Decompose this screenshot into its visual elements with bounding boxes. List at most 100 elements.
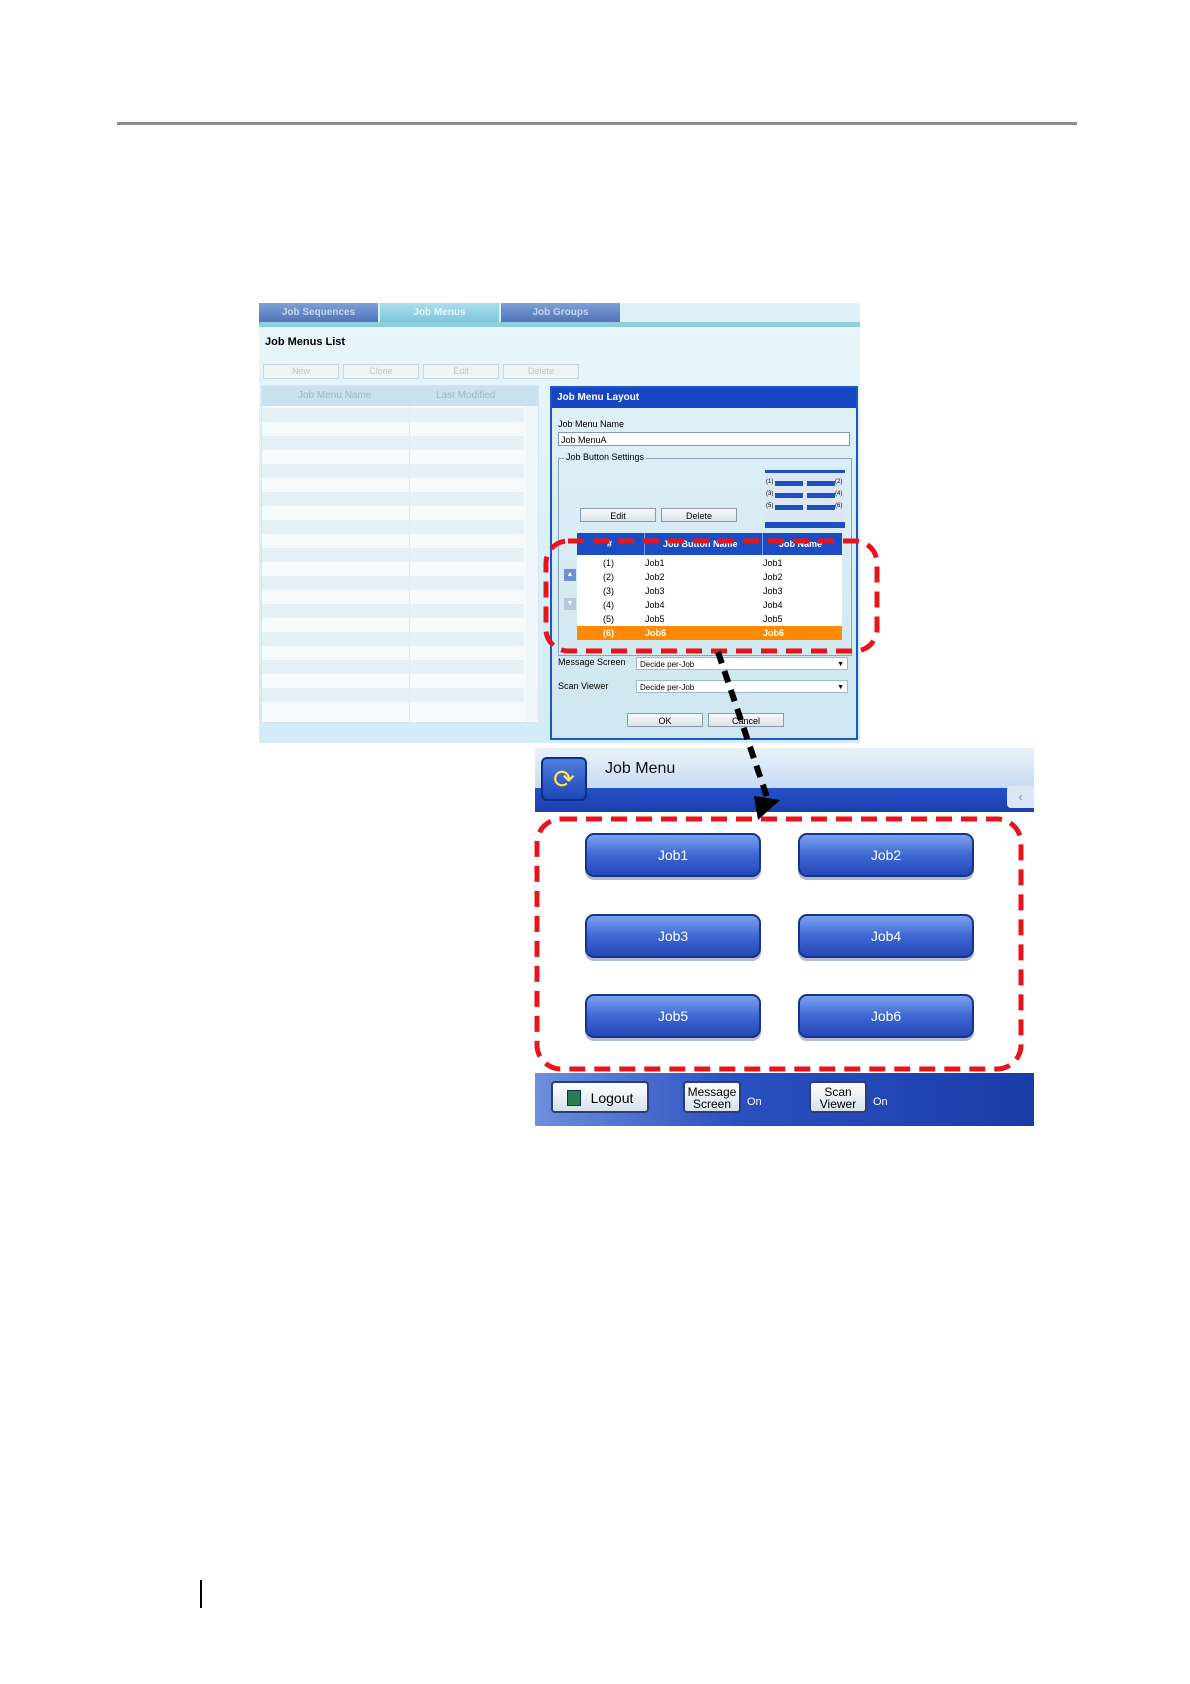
admin-tool-screen: Job Sequences Job Menus Job Groups Job M… xyxy=(259,303,860,743)
job-button-4[interactable]: Job4 xyxy=(798,914,974,958)
scan-viewer-label: Scan Viewer xyxy=(558,681,609,691)
list-row[interactable] xyxy=(262,464,524,478)
table-row[interactable]: (5) Job5 Job5 xyxy=(577,612,842,626)
job-button-6[interactable]: Job6 xyxy=(798,994,974,1038)
scan-viewer-select[interactable]: Decide per-Job ▼ xyxy=(636,680,848,693)
cancel-button[interactable]: Cancel xyxy=(708,713,784,727)
tab-job-sequences[interactable]: Job Sequences xyxy=(259,303,378,322)
list-row[interactable] xyxy=(262,520,524,534)
list-row[interactable] xyxy=(262,688,524,702)
column-divider xyxy=(409,406,410,722)
up-arrow-icon[interactable]: ▲ xyxy=(564,569,576,581)
row-number: (6) xyxy=(603,628,614,638)
preview-number: (1) xyxy=(766,479,774,485)
job-menus-list: Job Menu Name Last Modified xyxy=(261,385,539,723)
job-button-5[interactable]: Job5 xyxy=(585,994,761,1038)
list-row[interactable] xyxy=(262,632,524,646)
table-row[interactable]: (3) Job3 Job3 xyxy=(577,584,842,598)
message-screen-select[interactable]: Decide per-Job ▼ xyxy=(636,657,848,670)
preview-number: (6) xyxy=(835,503,843,509)
row-job-name: Job4 xyxy=(763,600,783,610)
preview-slot-5 xyxy=(775,505,803,510)
job-button-1[interactable]: Job1 xyxy=(585,833,761,877)
job-menu-layout-dialog: Job Menu Layout Job Menu Name Job MenuA … xyxy=(550,386,858,740)
job-menu-name-label: Job Menu Name xyxy=(558,419,625,429)
ok-button[interactable]: OK xyxy=(627,713,703,727)
table-row[interactable]: (4) Job4 Job4 xyxy=(577,598,842,612)
delete-button[interactable]: Delete xyxy=(503,364,579,379)
logout-label: Logout xyxy=(590,1089,634,1106)
list-row[interactable] xyxy=(262,548,524,562)
preview-slot-1 xyxy=(775,481,803,486)
panel-title: Job Menu xyxy=(605,760,676,777)
job-button-table: # Job Button Name Job Name (1) Job1 Job1… xyxy=(577,533,842,640)
delete-button[interactable]: Delete xyxy=(661,508,737,522)
row-job-name: Job1 xyxy=(763,558,783,568)
list-scrollbar[interactable] xyxy=(526,406,538,722)
message-screen-state: On xyxy=(747,1096,762,1108)
dialog-title: Job Menu Layout xyxy=(552,388,856,408)
list-row[interactable] xyxy=(262,604,524,618)
tab-job-menus[interactable]: Job Menus xyxy=(380,303,499,322)
chevron-left-icon[interactable]: ‹ xyxy=(1007,786,1034,808)
scan-viewer-state: On xyxy=(873,1096,888,1108)
job-menu-name-input[interactable]: Job MenuA xyxy=(558,432,850,446)
edit-button[interactable]: Edit xyxy=(423,364,499,379)
column-last-modified[interactable]: Last Modified xyxy=(436,390,495,401)
column-divider xyxy=(762,533,763,555)
preview-slot-6 xyxy=(807,505,835,510)
down-arrow-icon[interactable]: ▼ xyxy=(564,598,576,610)
refresh-arrows-icon[interactable]: ⟳ xyxy=(541,757,587,801)
row-button-name: Job2 xyxy=(645,572,665,582)
column-divider xyxy=(644,533,645,555)
list-row[interactable] xyxy=(262,436,524,450)
table-row[interactable]: (1) Job1 Job1 xyxy=(577,556,842,570)
job-button-3[interactable]: Job3 xyxy=(585,914,761,958)
job-button-settings-label: Job Button Settings xyxy=(564,452,647,462)
scan-viewer-button[interactable]: Scan Viewer xyxy=(809,1081,867,1113)
message-screen-button[interactable]: Message Screen xyxy=(683,1081,741,1113)
job-menu-touch-panel: ⟳ Job Menu ‹ Job1 Job2 Job3 Job4 Job5 Jo… xyxy=(535,748,1034,1126)
column-number: # xyxy=(607,539,613,549)
column-job-name: Job Name xyxy=(779,539,823,549)
column-job-menu-name[interactable]: Job Menu Name xyxy=(298,390,371,401)
list-title: Job Menus List xyxy=(265,336,346,348)
preview-top-bar xyxy=(765,470,845,473)
edit-button[interactable]: Edit xyxy=(580,508,656,522)
preview-slot-3 xyxy=(775,493,803,498)
list-header: Job Menu Name Last Modified xyxy=(262,386,538,406)
page-top-rule xyxy=(117,122,1077,125)
table-row-selected[interactable]: (6) Job6 Job6 xyxy=(577,626,842,640)
row-button-name: Job6 xyxy=(645,628,667,638)
row-number: (4) xyxy=(603,600,614,610)
message-screen-label: Message Screen xyxy=(558,657,626,667)
tab-job-groups[interactable]: Job Groups xyxy=(501,303,620,322)
list-row[interactable] xyxy=(262,408,524,422)
clone-button[interactable]: Clone xyxy=(343,364,419,379)
row-button-name: Job5 xyxy=(645,614,665,624)
row-number: (5) xyxy=(603,614,614,624)
preview-number: (5) xyxy=(766,503,774,509)
new-button[interactable]: New xyxy=(263,364,339,379)
row-job-name: Job6 xyxy=(763,628,785,638)
tab-underline xyxy=(259,322,860,327)
preview-slot-2 xyxy=(807,481,835,486)
chevron-down-icon: ▼ xyxy=(837,661,844,668)
list-row[interactable] xyxy=(262,660,524,674)
button-layout-preview: (1) (2) (3) (4) (5) (6) xyxy=(765,468,845,520)
scan-viewer-value: Decide per-Job xyxy=(640,683,695,692)
column-job-button-name: Job Button Name xyxy=(663,539,738,549)
row-button-name: Job1 xyxy=(645,558,665,568)
preview-number: (3) xyxy=(766,491,774,497)
row-job-name: Job2 xyxy=(763,572,783,582)
logout-button[interactable]: Logout xyxy=(551,1081,649,1113)
row-job-name: Job5 xyxy=(763,614,783,624)
list-row[interactable] xyxy=(262,576,524,590)
table-header: # Job Button Name Job Name xyxy=(577,533,842,555)
list-row[interactable] xyxy=(262,492,524,506)
table-row[interactable]: (2) Job2 Job2 xyxy=(577,570,842,584)
job-button-2[interactable]: Job2 xyxy=(798,833,974,877)
row-button-name: Job3 xyxy=(645,586,665,596)
panel-footer: Logout Message Screen On Scan Viewer On xyxy=(535,1073,1034,1126)
page-margin-bar xyxy=(200,1580,202,1608)
